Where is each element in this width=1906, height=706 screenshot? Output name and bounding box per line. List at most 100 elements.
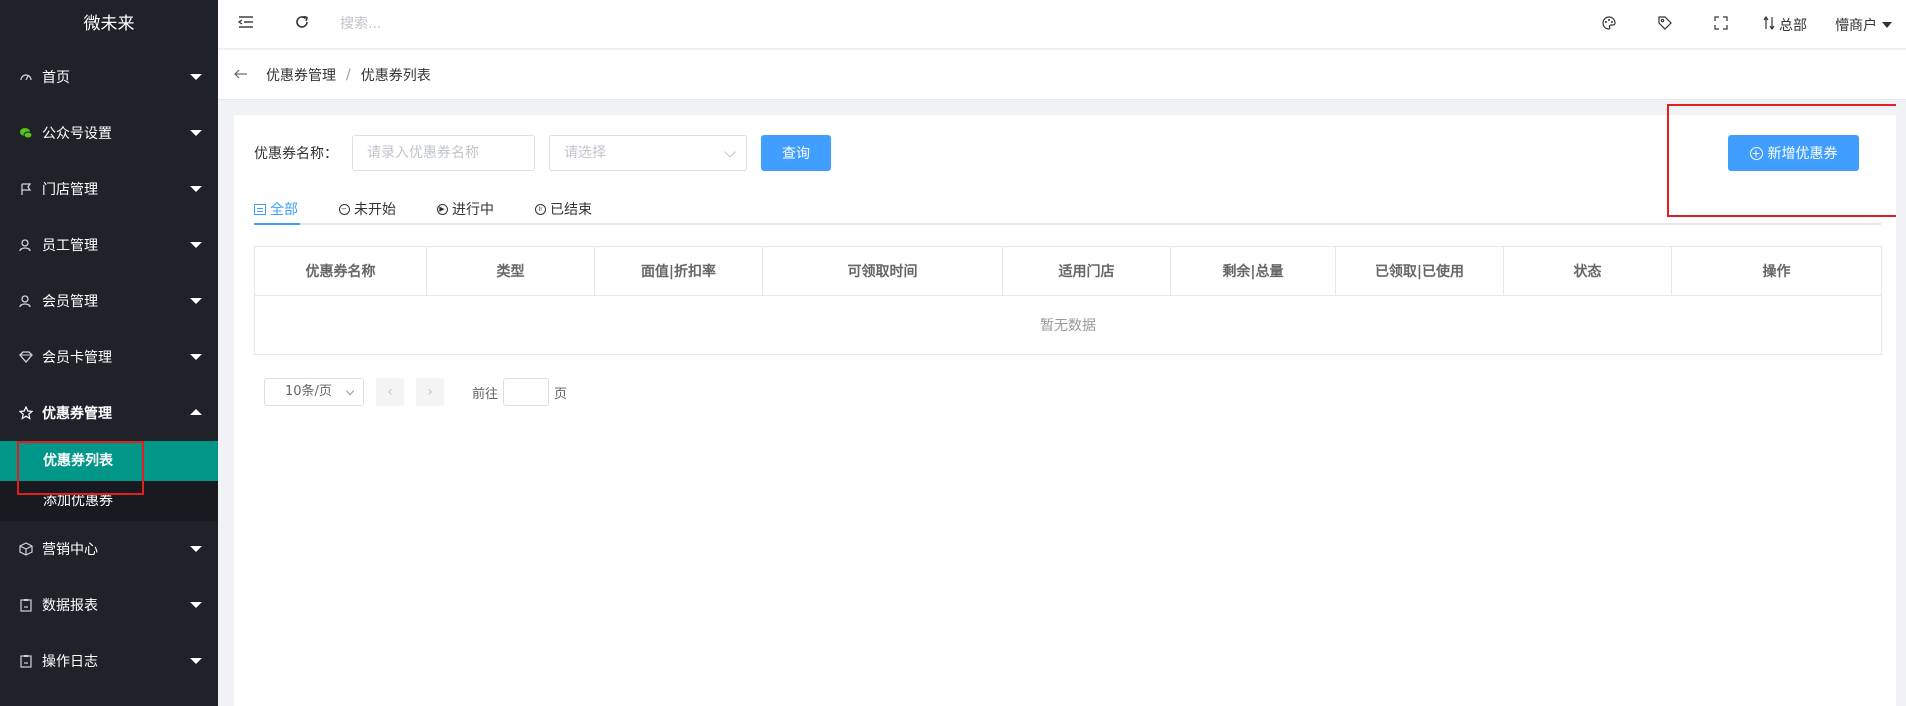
tab-label: 全部: [270, 202, 298, 218]
list-icon: [254, 203, 266, 215]
flag-icon: [18, 181, 34, 197]
pagination: 10条/页 ‹ › 前往 页: [264, 378, 567, 406]
play-circle-icon: ▶: [436, 203, 448, 215]
diamond-icon: [18, 349, 34, 365]
column-header: 剩余|总量: [1170, 246, 1336, 296]
sidebar-item-reports[interactable]: 数据报表: [0, 577, 218, 633]
back-arrow-icon[interactable]: [234, 65, 254, 84]
wechat-icon: [18, 125, 34, 141]
switch-icon: [1763, 15, 1775, 34]
sidebar-item-label: 数据报表: [42, 598, 98, 614]
tab-all[interactable]: 全部: [254, 195, 300, 225]
column-header: 已领取|已使用: [1335, 246, 1504, 296]
sidebar-item-marketing[interactable]: 营销中心: [0, 521, 218, 577]
tab-label: 已结束: [550, 202, 592, 218]
user-icon: [18, 293, 34, 309]
sidebar-item-stores[interactable]: 门店管理: [0, 161, 218, 217]
status-select[interactable]: 请选择: [549, 135, 747, 171]
empty-text: 暂无数据: [254, 295, 1882, 355]
minus-circle-icon: −: [338, 203, 350, 215]
sidebar-item-logs[interactable]: 操作日志: [0, 633, 218, 689]
chevron-down-icon: [190, 546, 202, 552]
fullscreen-button[interactable]: [1693, 0, 1749, 49]
add-coupon-label: 新增优惠券: [1767, 146, 1838, 162]
coupon-name-label: 优惠券名称：: [254, 146, 338, 162]
indent-icon: [237, 15, 254, 33]
chevron-down-icon: [190, 602, 202, 608]
sidebar-item-home[interactable]: 首页: [0, 49, 218, 105]
fullscreen-icon: [1714, 15, 1728, 34]
sidebar: 微未来 首页 公众号设置 门店管理 员工管理 会员管理 会员卡管理 优惠券管理 …: [0, 0, 218, 706]
column-header: 面值|折扣率: [594, 246, 763, 296]
tab-in-progress[interactable]: ▶ 进行中: [436, 195, 494, 223]
filter-row: 优惠券名称： 请选择 查询: [254, 135, 831, 171]
sidebar-item-member-cards[interactable]: 会员卡管理: [0, 329, 218, 385]
coupon-name-input[interactable]: [352, 135, 535, 171]
column-header: 优惠券名称: [254, 246, 427, 296]
star-icon: [18, 405, 34, 421]
empty-row: 暂无数据: [254, 295, 1882, 355]
coupons-submenu: 优惠券列表 添加优惠券: [0, 441, 218, 521]
chevron-left-icon: ‹: [387, 384, 393, 400]
tab-not-started[interactable]: − 未开始: [338, 195, 396, 223]
column-header: 状态: [1503, 246, 1672, 296]
sidebar-item-label: 会员管理: [42, 294, 98, 310]
chevron-down-icon: [190, 130, 202, 136]
sidebar-item-label: 员工管理: [42, 238, 98, 254]
status-select-placeholder: 请选择: [564, 145, 606, 161]
top-header: 总部 懵商户: [218, 0, 1906, 49]
user-menu-button[interactable]: 懵商户: [1821, 0, 1906, 49]
scrollbar-track[interactable]: [1896, 100, 1906, 706]
search-input[interactable]: [340, 9, 640, 39]
active-tab-indicator: [254, 223, 300, 225]
sidebar-item-coupons[interactable]: 优惠券管理: [0, 385, 218, 441]
branch-switch-button[interactable]: 总部: [1749, 0, 1821, 49]
breadcrumb-parent[interactable]: 优惠券管理: [266, 65, 336, 85]
breadcrumb: 优惠券管理 / 优惠券列表: [218, 50, 1906, 100]
next-page-button[interactable]: ›: [416, 378, 444, 406]
breadcrumb-separator: /: [346, 66, 351, 83]
sidebar-item-members[interactable]: 会员管理: [0, 273, 218, 329]
refresh-icon: [294, 14, 310, 34]
chevron-down-icon: [190, 242, 202, 248]
clipboard-icon: [18, 597, 34, 613]
breadcrumb-current: 优惠券列表: [360, 67, 431, 84]
column-header: 类型: [426, 246, 595, 296]
goto-page-input[interactable]: [503, 378, 550, 406]
chevron-down-icon: [190, 354, 202, 360]
chevron-down-icon: [190, 186, 202, 192]
chevron-down-icon: [190, 658, 202, 664]
sidebar-item-label: 会员卡管理: [42, 350, 112, 366]
sidebar-item-label: 首页: [42, 70, 70, 86]
sidebar-subitem-add-coupon[interactable]: 添加优惠券: [0, 481, 218, 521]
theme-button[interactable]: [1581, 0, 1637, 49]
column-header: 可领取时间: [762, 246, 1003, 296]
tag-button[interactable]: [1637, 0, 1693, 49]
sidebar-item-label: 操作日志: [42, 654, 98, 670]
add-coupon-button[interactable]: + 新增优惠券: [1728, 135, 1859, 171]
column-header: 操作: [1671, 246, 1882, 296]
sidebar-subitem-coupon-list[interactable]: 优惠券列表: [0, 441, 218, 481]
prev-page-button[interactable]: ‹: [376, 378, 404, 406]
goto-suffix: 页: [554, 386, 568, 402]
coupon-list-panel: 优惠券名称： 请选择 查询 + 新增优惠券 全部 − 未开始 ▶ 进行中 ॥ 已…: [234, 115, 1906, 706]
coupon-table: 优惠券名称 类型 面值|折扣率 可领取时间 适用门店 剩余|总量 已领取|已使用…: [254, 246, 1882, 355]
user-icon: [18, 237, 34, 253]
chevron-down-icon: [345, 386, 355, 396]
chevron-down-icon: [724, 146, 736, 158]
app-logo: 微未来: [0, 0, 218, 49]
sidebar-item-staff[interactable]: 员工管理: [0, 217, 218, 273]
page-size-select[interactable]: 10条/页: [264, 378, 364, 406]
query-button[interactable]: 查询: [761, 135, 831, 171]
caret-down-icon: [1882, 21, 1892, 28]
status-tabs: 全部 − 未开始 ▶ 进行中 ॥ 已结束: [254, 195, 1881, 225]
collapse-menu-button[interactable]: [218, 0, 274, 49]
gauge-icon: [18, 69, 34, 85]
goto-label: 前往: [472, 386, 499, 402]
chevron-right-icon: ›: [427, 384, 433, 400]
branch-label: 总部: [1779, 17, 1807, 34]
refresh-button[interactable]: [274, 0, 330, 49]
tab-ended[interactable]: ॥ 已结束: [534, 195, 592, 223]
clipboard-icon: [18, 653, 34, 669]
sidebar-item-wechat-settings[interactable]: 公众号设置: [0, 105, 218, 161]
